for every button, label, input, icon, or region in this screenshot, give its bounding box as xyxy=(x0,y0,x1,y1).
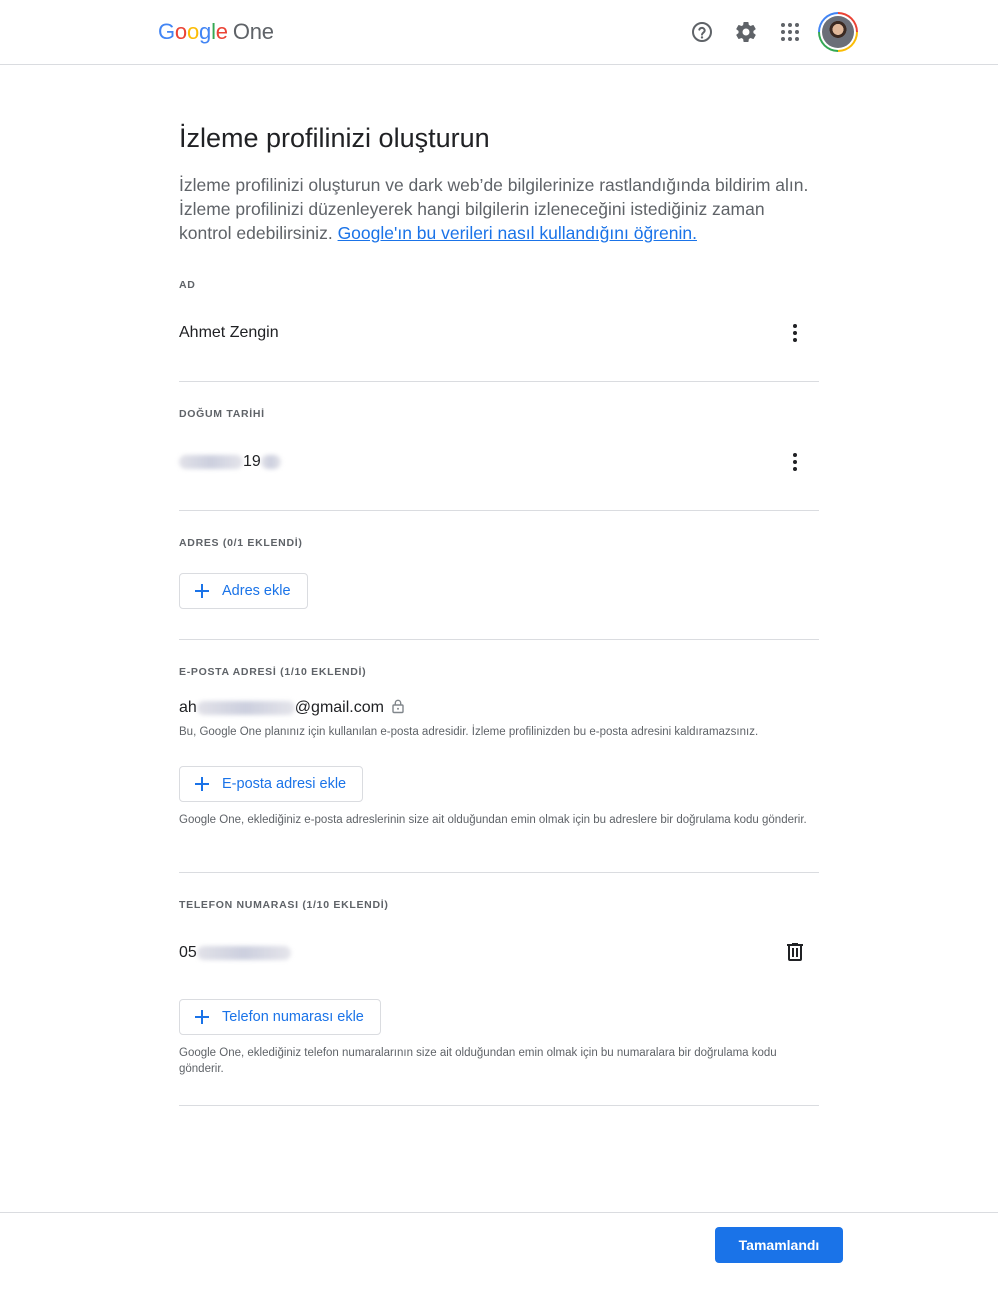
settings-icon[interactable] xyxy=(734,20,758,44)
plus-icon xyxy=(192,1007,212,1027)
add-phone-button[interactable]: Telefon numarası ekle xyxy=(179,999,381,1035)
add-phone-label: Telefon numarası ekle xyxy=(222,1009,364,1025)
birth-date-section-label: DOĞUM TARİHİ xyxy=(179,408,265,420)
email-section-label: E-POSTA ADRESİ (1/10 EKLENDİ) xyxy=(179,666,367,678)
add-email-label: E-posta adresi ekle xyxy=(222,776,347,792)
phone-prefix: 05 xyxy=(179,944,197,961)
apps-icon[interactable] xyxy=(778,20,802,44)
intro-text: İzleme profilinizi oluşturun ve dark web… xyxy=(179,173,819,245)
email-domain: @gmail.com xyxy=(294,699,384,716)
divider xyxy=(179,872,819,873)
divider xyxy=(179,381,819,382)
lock-icon xyxy=(390,698,406,714)
phone-verification-help: Google One, eklediğiniz telefon numarala… xyxy=(179,1047,777,1075)
email-value: ah @gmail.com xyxy=(179,698,406,718)
logo-letter: o xyxy=(186,19,200,44)
logo-letter: o xyxy=(174,19,187,44)
footer-bar xyxy=(0,1212,998,1293)
redacted-text xyxy=(260,454,281,469)
name-more-options-icon[interactable] xyxy=(783,321,807,345)
logo-product-name: One xyxy=(232,19,274,44)
email-prefix: ah xyxy=(179,699,197,716)
help-icon[interactable] xyxy=(690,20,714,44)
primary-email-note: Bu, Google One planınız için kullanılan … xyxy=(179,726,759,738)
logo-letter: G xyxy=(158,19,175,44)
logo-letter: e xyxy=(215,19,228,44)
add-address-button[interactable]: Adres ekle xyxy=(179,573,308,609)
email-verification-help: Google One, eklediğiniz e-posta adresler… xyxy=(179,814,807,826)
redacted-text xyxy=(196,700,295,715)
delete-phone-icon[interactable] xyxy=(783,940,807,964)
phone-section-label: TELEFON NUMARASI (1/10 EKLENDİ) xyxy=(179,899,389,911)
divider xyxy=(179,1105,819,1106)
add-address-label: Adres ekle xyxy=(222,583,291,599)
plus-icon xyxy=(192,774,212,794)
redacted-text xyxy=(196,945,291,960)
phone-value: 05 xyxy=(179,943,291,963)
logo-letter: g xyxy=(199,19,212,44)
birth-date-value: 19 xyxy=(179,452,281,472)
address-section-label: ADRES (0/1 EKLENDİ) xyxy=(179,537,303,549)
google-one-logo[interactable]: Google One xyxy=(158,18,274,46)
plus-icon xyxy=(192,581,212,601)
birth-date-more-options-icon[interactable] xyxy=(783,450,807,474)
avatar-photo xyxy=(822,16,854,48)
redacted-text xyxy=(179,454,243,469)
done-button[interactable]: Tamamlandı xyxy=(715,1227,843,1263)
name-section-label: AD xyxy=(179,279,196,291)
birth-date-visible-part: 19 xyxy=(243,453,261,470)
account-avatar[interactable] xyxy=(818,12,858,52)
add-email-button[interactable]: E-posta adresi ekle xyxy=(179,766,364,802)
divider xyxy=(179,639,819,640)
learn-more-link[interactable]: Google'ın bu verileri nasıl kullandığını… xyxy=(338,223,697,243)
page-title: İzleme profilinizi oluşturun xyxy=(179,123,490,153)
name-value: Ahmet Zengin xyxy=(179,324,279,341)
divider xyxy=(179,510,819,511)
